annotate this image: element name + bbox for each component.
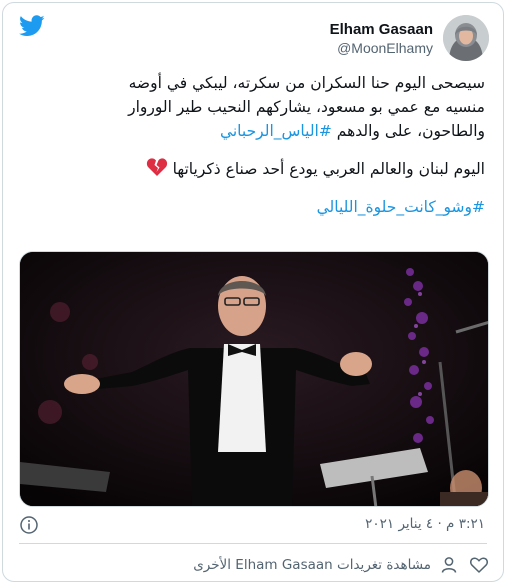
tweet-line-text: والطاحون، على والدهم bbox=[331, 122, 485, 140]
avatar[interactable] bbox=[443, 15, 489, 61]
tweet-line-text: اليوم لبنان والعالم العربي يودع أحد صناع… bbox=[172, 160, 485, 178]
heart-icon[interactable] bbox=[469, 555, 489, 575]
tweet-line: #وشو_كانت_حلوة_الليالي bbox=[21, 195, 485, 219]
author-name[interactable]: Elham Gasaan bbox=[330, 20, 433, 39]
conductor-photo bbox=[20, 252, 488, 506]
tweet-line: اليوم لبنان والعالم العربي يودع أحد صناع… bbox=[21, 157, 485, 181]
action-row: مشاهدة تغريدات Elham Gasaan الأخرى bbox=[19, 553, 488, 577]
broken-heart-icon bbox=[146, 158, 167, 176]
view-more-label[interactable]: مشاهدة تغريدات Elham Gasaan الأخرى bbox=[193, 557, 431, 573]
tweet-line: والطاحون، على والدهم #الياس_الرحباني bbox=[21, 119, 485, 143]
tweet-timestamp[interactable]: ٣:٢١ م · ٤ يناير ٢٠٢١ bbox=[365, 516, 485, 532]
divider bbox=[19, 543, 487, 544]
meta-row: ٣:٢١ م · ٤ يناير ٢٠٢١ bbox=[19, 515, 485, 535]
info-icon[interactable] bbox=[19, 515, 39, 535]
tweet-line: منسيه مع عمي بو مسعود، يشاركهم النحيب طي… bbox=[128, 98, 485, 116]
hashtag-link[interactable]: #الياس_الرحباني bbox=[220, 122, 332, 140]
tweet-text: سيصحى اليوم حنا السكران من سكرته، ليبكي … bbox=[21, 71, 485, 219]
view-more-link[interactable]: مشاهدة تغريدات Elham Gasaan الأخرى bbox=[19, 553, 459, 577]
hashtag-link[interactable]: #وشو_كانت_حلوة_الليالي bbox=[317, 198, 485, 216]
tweet-line: سيصحى اليوم حنا السكران من سكرته، ليبكي … bbox=[128, 74, 485, 92]
person-icon bbox=[441, 557, 457, 573]
author-handle[interactable]: @MoonElhamy bbox=[330, 39, 433, 57]
author-block[interactable]: Elham Gasaan @MoonElhamy bbox=[330, 15, 489, 61]
tweet-card: Elham Gasaan @MoonElhamy سيصحى اليوم حنا… bbox=[2, 2, 504, 582]
tweet-photo[interactable] bbox=[19, 251, 489, 507]
twitter-bird-icon[interactable] bbox=[19, 15, 45, 37]
